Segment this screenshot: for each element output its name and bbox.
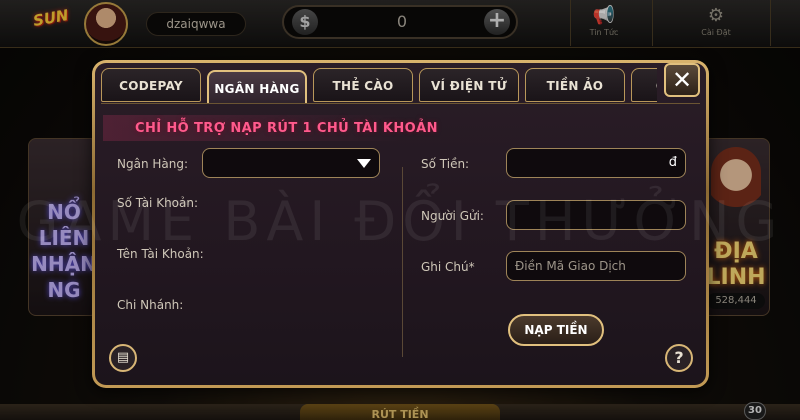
bank-label: Ngân Hàng: [117, 157, 189, 171]
payment-tabs: CODEPAY NGÂN HÀNG THẺ CÀO VÍ ĐIỆN TỬ TIỀ… [101, 68, 657, 104]
tab-e-wallet[interactable]: VÍ ĐIỆN TỬ [419, 68, 519, 102]
currency-unit: đ [668, 155, 677, 170]
deposit-modal: CODEPAY NGÂN HÀNG THẺ CÀO VÍ ĐIỆN TỬ TIỀ… [92, 60, 709, 388]
tab-codepay[interactable]: CODEPAY [101, 68, 201, 102]
account-name-label: Tên Tài Khoản: [117, 247, 204, 261]
note-label: Ghi Chú* [421, 260, 475, 274]
branch-label: Chi Nhánh: [117, 298, 184, 312]
deposit-submit-button[interactable]: NẠP TIỀN [508, 314, 604, 346]
help-button[interactable]: ? [665, 344, 693, 372]
tab-giftcode[interactable]: G [631, 68, 657, 102]
tab-underline [101, 103, 700, 104]
history-button[interactable]: ▤ [109, 344, 137, 372]
sender-input[interactable] [506, 200, 686, 230]
receipt-icon: ▤ [116, 350, 130, 365]
chevron-down-icon [357, 159, 371, 168]
tab-scratch-card[interactable]: THẺ CÀO [313, 68, 413, 102]
tab-bank[interactable]: NGÂN HÀNG [207, 70, 307, 104]
sender-label: Người Gửi: [421, 209, 484, 223]
tab-crypto[interactable]: TIỀN ẢO [525, 68, 625, 102]
note-input[interactable]: Điền Mã Giao Dịch [506, 251, 686, 281]
column-divider [402, 167, 403, 357]
amount-label: Số Tiền: [421, 157, 470, 171]
account-number-label: Số Tài Khoản: [117, 196, 199, 210]
bank-select[interactable] [202, 148, 380, 178]
close-button[interactable]: ✕ [664, 63, 700, 97]
deposit-modal-body: CODEPAY NGÂN HÀNG THẺ CÀO VÍ ĐIỆN TỬ TIỀ… [95, 63, 706, 385]
amount-input[interactable]: đ [506, 148, 686, 178]
notice-text: CHỈ HỖ TRỢ NẠP RÚT 1 CHỦ TÀI KHOẢN [135, 121, 438, 136]
